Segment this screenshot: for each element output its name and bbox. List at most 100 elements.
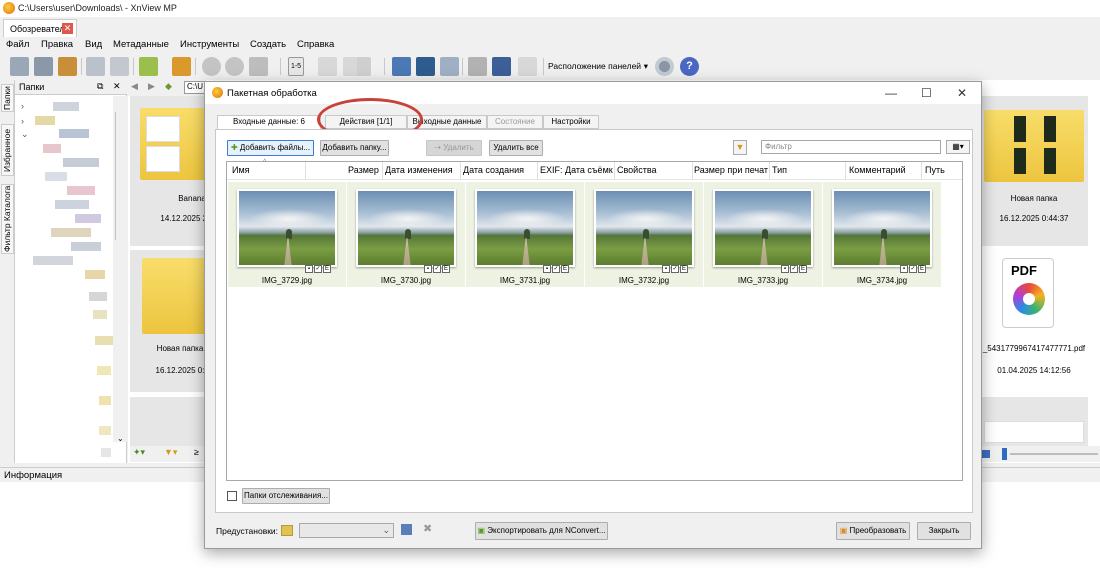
column-comment[interactable]: Комментарий bbox=[849, 165, 906, 175]
column-exif-date[interactable]: EXIF: Дата съёмки bbox=[540, 165, 613, 175]
path-field[interactable]: C:\U bbox=[184, 81, 206, 94]
menu-edit[interactable]: Правка bbox=[41, 39, 73, 50]
rotate-left-icon[interactable] bbox=[202, 57, 221, 76]
forward-icon[interactable]: ▶ bbox=[148, 81, 155, 92]
add-files-button[interactable]: ✚ Добавить файлы... bbox=[227, 140, 314, 156]
file-thumbnail[interactable]: ▪ ✓ E IMG_3734.jpg bbox=[823, 182, 941, 287]
menu-tools[interactable]: Инструменты bbox=[180, 39, 239, 50]
file-tile[interactable]: PDF _5431779967417477771.pdf 01.04.2025 … bbox=[980, 250, 1088, 392]
compare-icon[interactable] bbox=[440, 57, 459, 76]
chevron-down-icon[interactable]: ⌄ bbox=[21, 129, 29, 140]
tab-input[interactable]: Входные данные: 6 файлов bbox=[217, 115, 321, 138]
tools-icon[interactable] bbox=[249, 57, 268, 76]
tab-browser[interactable]: Обозреватель ✕ bbox=[3, 19, 77, 37]
keyboard-icon[interactable] bbox=[518, 57, 537, 76]
remove-all-button[interactable]: Удалить все bbox=[489, 140, 543, 156]
file-tile[interactable] bbox=[980, 397, 1088, 447]
up-folder-icon[interactable]: ◆ bbox=[165, 81, 172, 92]
binoculars-icon[interactable] bbox=[416, 57, 435, 76]
bookmark-icon[interactable] bbox=[357, 57, 371, 76]
file-thumbnail[interactable]: ▪ ✓ E IMG_3729.jpg bbox=[228, 182, 346, 287]
menu-file[interactable]: Файл bbox=[6, 39, 29, 50]
help-icon[interactable]: ? bbox=[680, 57, 699, 76]
file-thumbnail[interactable]: ▪ ✓ E IMG_3733.jpg bbox=[704, 182, 822, 287]
maximize-icon[interactable]: ☐ bbox=[921, 86, 932, 100]
panel-layout-dropdown[interactable]: Расположение панелей ▾ bbox=[548, 59, 648, 74]
folder-icon bbox=[142, 258, 206, 334]
edit-image-icon[interactable] bbox=[172, 57, 191, 76]
tab-favorites[interactable]: Избранное bbox=[1, 124, 14, 176]
column-size[interactable]: Размер bbox=[348, 165, 379, 175]
column-print-size[interactable]: Размер при печати bbox=[694, 165, 768, 175]
tab-status[interactable]: Состояние bbox=[487, 115, 543, 129]
tab-folders[interactable]: Папки bbox=[1, 84, 14, 112]
grid-view-icon[interactable] bbox=[318, 57, 337, 76]
tab-settings[interactable]: Настройки bbox=[543, 115, 599, 129]
filter-input[interactable]: Фильтр bbox=[761, 140, 941, 154]
gear-icon[interactable] bbox=[655, 57, 674, 76]
minimize-icon[interactable]: — bbox=[885, 86, 897, 100]
info-panel-title: Информация bbox=[4, 470, 63, 481]
export-nconvert-button[interactable]: ▣ Экспортировать для NConvert... bbox=[475, 522, 608, 540]
fullscreen-icon[interactable] bbox=[34, 57, 53, 76]
menu-create[interactable]: Создать bbox=[250, 39, 286, 50]
camera-icon[interactable] bbox=[392, 57, 411, 76]
filter-icon[interactable]: ▼ bbox=[733, 140, 747, 155]
slideshow-icon[interactable] bbox=[58, 57, 77, 76]
photo-thumbnail bbox=[475, 189, 575, 267]
page-range-button[interactable]: 1-5 bbox=[288, 57, 304, 76]
file-list[interactable]: Имя ^ Размер Дата изменения Дата создани… bbox=[226, 159, 963, 481]
folder-tile[interactable]: Banana 14.12.2025 23 bbox=[130, 96, 212, 246]
chevron-right-icon[interactable]: › bbox=[21, 101, 24, 111]
filter-icon[interactable]: ▼▾ bbox=[164, 447, 177, 458]
menu-help[interactable]: Справка bbox=[297, 39, 334, 50]
move-icon[interactable] bbox=[110, 57, 129, 76]
open-folder-icon[interactable] bbox=[281, 525, 293, 536]
column-modified[interactable]: Дата изменения bbox=[385, 165, 453, 175]
file-name: IMG_3729.jpg bbox=[261, 276, 313, 285]
remove-button[interactable]: ⇢ Удалить bbox=[426, 140, 482, 156]
column-name[interactable]: Имя bbox=[232, 165, 250, 175]
print-icon[interactable] bbox=[468, 57, 487, 76]
folder-tile[interactable]: Новая папка 16.12.2025 0:44:37 bbox=[980, 96, 1088, 246]
chevron-down-icon[interactable]: ⌄ bbox=[117, 434, 124, 443]
folder-tile[interactable]: Новая папка 16.12.2025 0: bbox=[130, 250, 206, 392]
batch-convert-icon[interactable] bbox=[139, 57, 158, 76]
close-tab-icon[interactable]: ✕ bbox=[62, 23, 73, 34]
rotate-right-icon[interactable] bbox=[225, 57, 244, 76]
save-icon[interactable] bbox=[401, 524, 412, 535]
column-created[interactable]: Дата создания bbox=[463, 165, 524, 175]
scan-icon[interactable] bbox=[10, 57, 29, 76]
close-pane-icon[interactable]: ✕ bbox=[113, 81, 121, 92]
file-thumbnail[interactable]: ▪ ✓ E IMG_3730.jpg bbox=[347, 182, 465, 287]
column-properties[interactable]: Свойства bbox=[617, 165, 657, 175]
watch-folders-button[interactable]: Папки отслеживания... bbox=[242, 488, 330, 504]
convert-button[interactable]: ▣ Преобразовать bbox=[836, 522, 910, 540]
back-icon[interactable]: ◀ bbox=[131, 81, 138, 92]
view-mode-icon[interactable]: ▦▾ bbox=[946, 140, 970, 154]
folder-tree[interactable]: › › ⌄ bbox=[15, 96, 127, 463]
browser-scrollbar-left[interactable]: ⌄ bbox=[116, 96, 127, 443]
tab-catalog-filter[interactable]: Фильтр Каталога bbox=[1, 184, 14, 254]
file-thumbnail[interactable]: ▪ ✓ E IMG_3732.jpg bbox=[585, 182, 703, 287]
scanner-icon[interactable] bbox=[492, 57, 511, 76]
chevron-right-icon[interactable]: › bbox=[21, 116, 24, 126]
add-folder-button[interactable]: Добавить папку... bbox=[320, 140, 389, 156]
restore-icon[interactable]: ⧉ bbox=[97, 81, 103, 92]
menu-metadata[interactable]: Метаданные bbox=[113, 39, 169, 50]
file-name: IMG_3733.jpg bbox=[737, 276, 789, 285]
tag-icon[interactable]: ✦▾ bbox=[133, 447, 145, 458]
folder-tile[interactable] bbox=[130, 397, 206, 447]
delete-preset-icon[interactable]: ✖ bbox=[423, 522, 432, 535]
zoom-slider[interactable] bbox=[982, 446, 1100, 462]
file-thumbnail[interactable]: ▪ ✓ E IMG_3731.jpg bbox=[466, 182, 584, 287]
sort-icon[interactable]: ≥ bbox=[194, 447, 199, 457]
menu-view[interactable]: Вид bbox=[85, 39, 102, 50]
column-type[interactable]: Тип bbox=[772, 165, 787, 175]
close-icon[interactable]: ✕ bbox=[957, 86, 967, 100]
presets-dropdown[interactable]: ⌄ bbox=[299, 523, 394, 538]
copy-icon[interactable] bbox=[86, 57, 105, 76]
column-path[interactable]: Путь bbox=[925, 165, 945, 175]
watch-folders-checkbox[interactable] bbox=[227, 491, 237, 501]
close-button[interactable]: Закрыть bbox=[917, 522, 971, 540]
